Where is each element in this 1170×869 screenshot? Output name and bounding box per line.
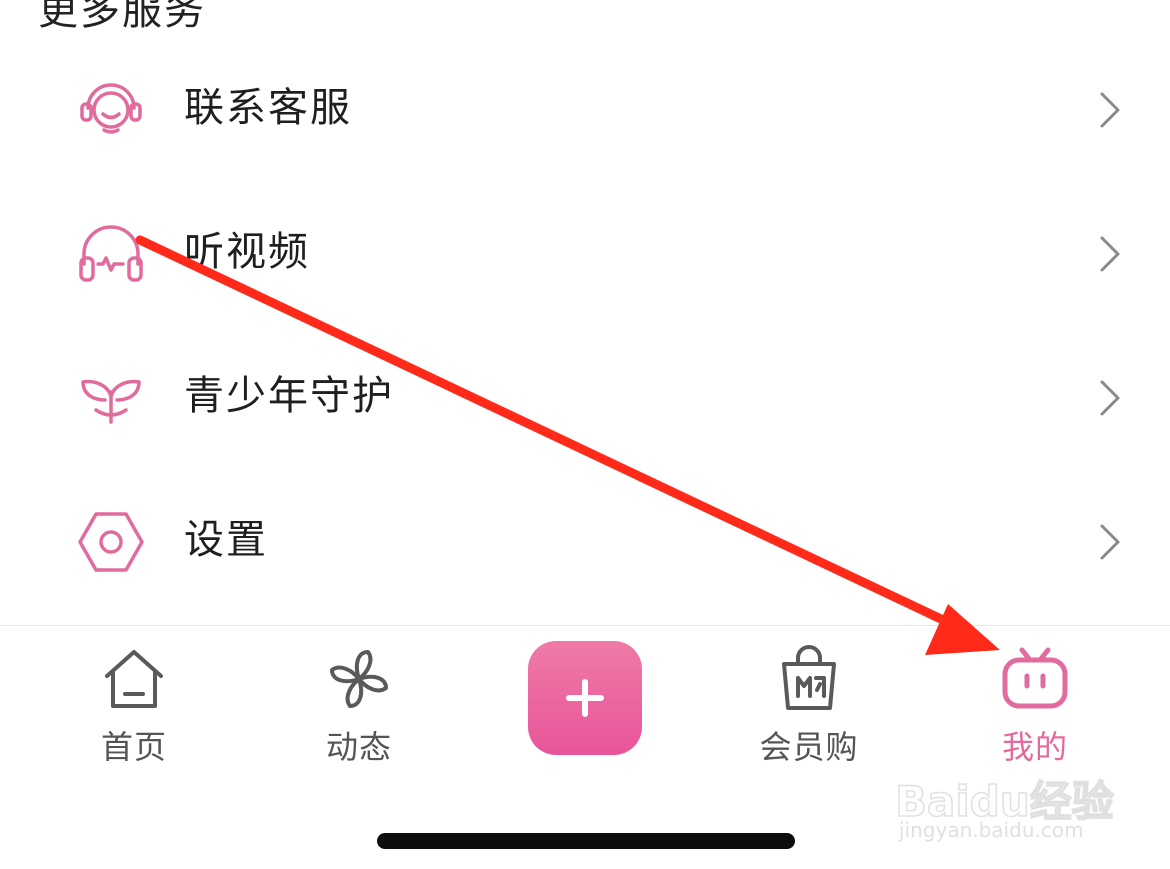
tab-mine[interactable]: 我的	[955, 640, 1115, 770]
watermark-brand: Baidu经验	[894, 776, 1114, 827]
tab-dynamic[interactable]: 动态	[279, 640, 439, 770]
tab-home[interactable]: 首页	[54, 640, 214, 770]
menu-item-settings[interactable]: 设置	[0, 468, 1170, 612]
tab-label: 首页	[100, 728, 167, 766]
home-indicator	[377, 833, 795, 849]
watermark-url: jingyan.baidu.com	[899, 818, 1084, 842]
baidu-jingyan-watermark: Baidu经验 jingyan.baidu.com	[894, 768, 1115, 848]
sprout-icon	[81, 379, 141, 424]
tv-mascot-icon	[1002, 647, 1068, 709]
menu-label: 听视频	[184, 229, 310, 275]
menu-item-customer-service[interactable]: 联系客服	[0, 36, 1170, 180]
tab-label: 会员购	[759, 728, 859, 766]
menu-label: 联系客服	[184, 85, 352, 131]
plus-icon	[566, 679, 604, 717]
menu-item-youth-protection[interactable]: 青少年守护	[0, 324, 1170, 468]
chevron-right-icon	[1100, 524, 1120, 560]
menu-item-listen-video[interactable]: 听视频	[0, 180, 1170, 324]
tabbar-divider	[0, 625, 1170, 626]
headset-icon	[80, 83, 142, 134]
headphones-icon	[79, 225, 143, 282]
shopping-bag-icon	[782, 645, 836, 710]
tab-vip-shop[interactable]: 会员购	[729, 640, 889, 770]
section-title: 更多服务	[38, 0, 206, 34]
publish-button[interactable]	[528, 641, 642, 755]
menu-label: 青少年守护	[184, 373, 394, 419]
pinwheel-icon	[330, 650, 388, 708]
menu-label: 设置	[184, 517, 268, 563]
tab-label: 动态	[325, 728, 392, 766]
home-icon	[105, 650, 163, 708]
chevron-right-icon	[1100, 92, 1120, 128]
chevron-right-icon	[1100, 380, 1120, 416]
chevron-right-icon	[1100, 236, 1120, 272]
tab-label: 我的	[1001, 728, 1068, 766]
settings-hexagon-icon	[78, 512, 144, 572]
